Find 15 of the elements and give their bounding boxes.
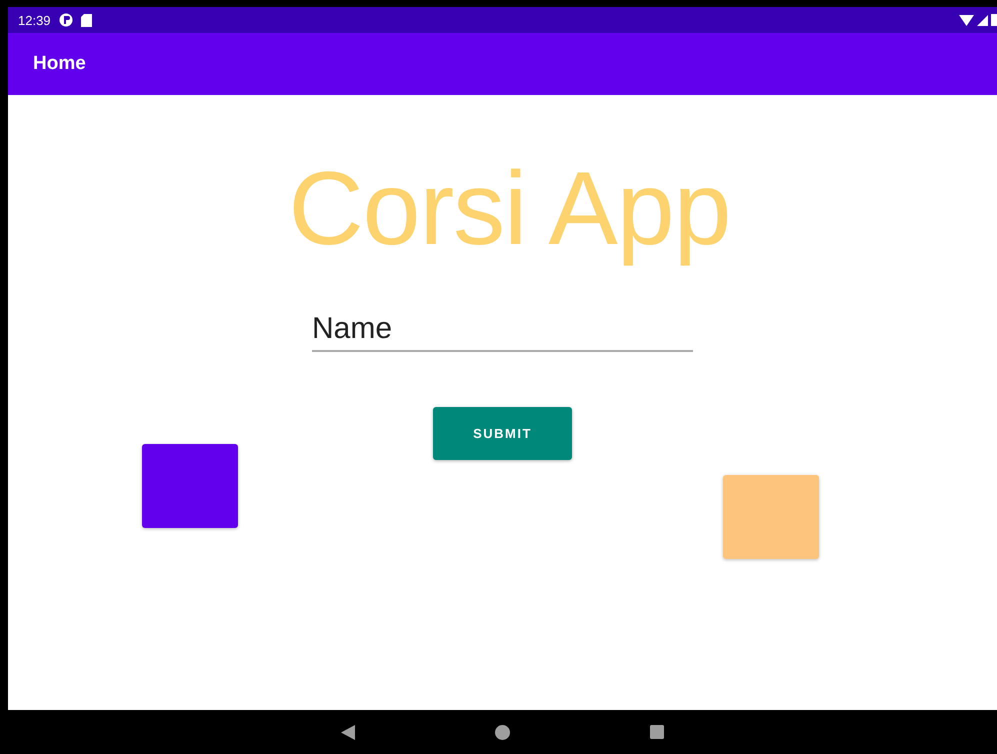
home-icon[interactable] bbox=[495, 724, 510, 740]
block-tile[interactable] bbox=[142, 444, 238, 528]
notification-icon bbox=[58, 13, 73, 27]
app-title: Corsi App bbox=[288, 150, 730, 269]
signal-icon bbox=[977, 14, 988, 26]
wifi-icon bbox=[959, 14, 974, 26]
app-bar-title: Home bbox=[33, 53, 86, 75]
back-icon[interactable] bbox=[341, 724, 355, 740]
sd-card-icon bbox=[80, 14, 92, 26]
name-field[interactable]: Name bbox=[312, 312, 693, 352]
block-tile[interactable] bbox=[723, 475, 819, 559]
status-time: 12:39 bbox=[18, 12, 51, 28]
battery-icon bbox=[991, 14, 997, 26]
recents-icon[interactable] bbox=[650, 725, 664, 739]
submit-button[interactable]: SUBMIT bbox=[433, 406, 572, 460]
